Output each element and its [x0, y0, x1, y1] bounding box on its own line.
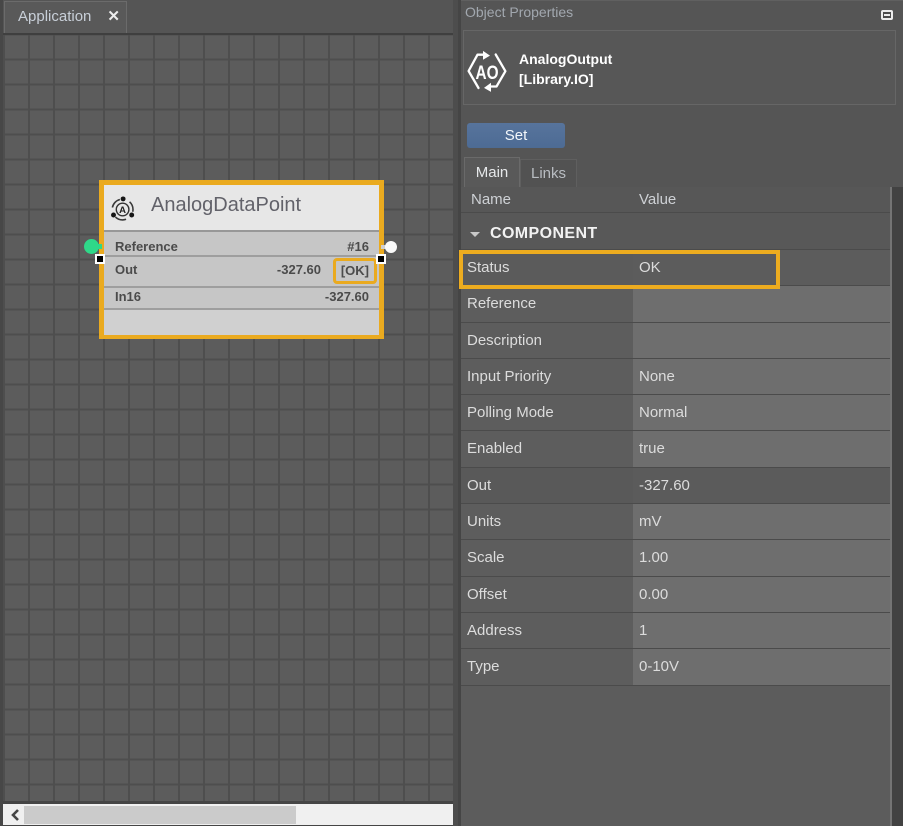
svg-text:A: A [119, 205, 126, 216]
svg-text:AO: AO [476, 63, 499, 84]
